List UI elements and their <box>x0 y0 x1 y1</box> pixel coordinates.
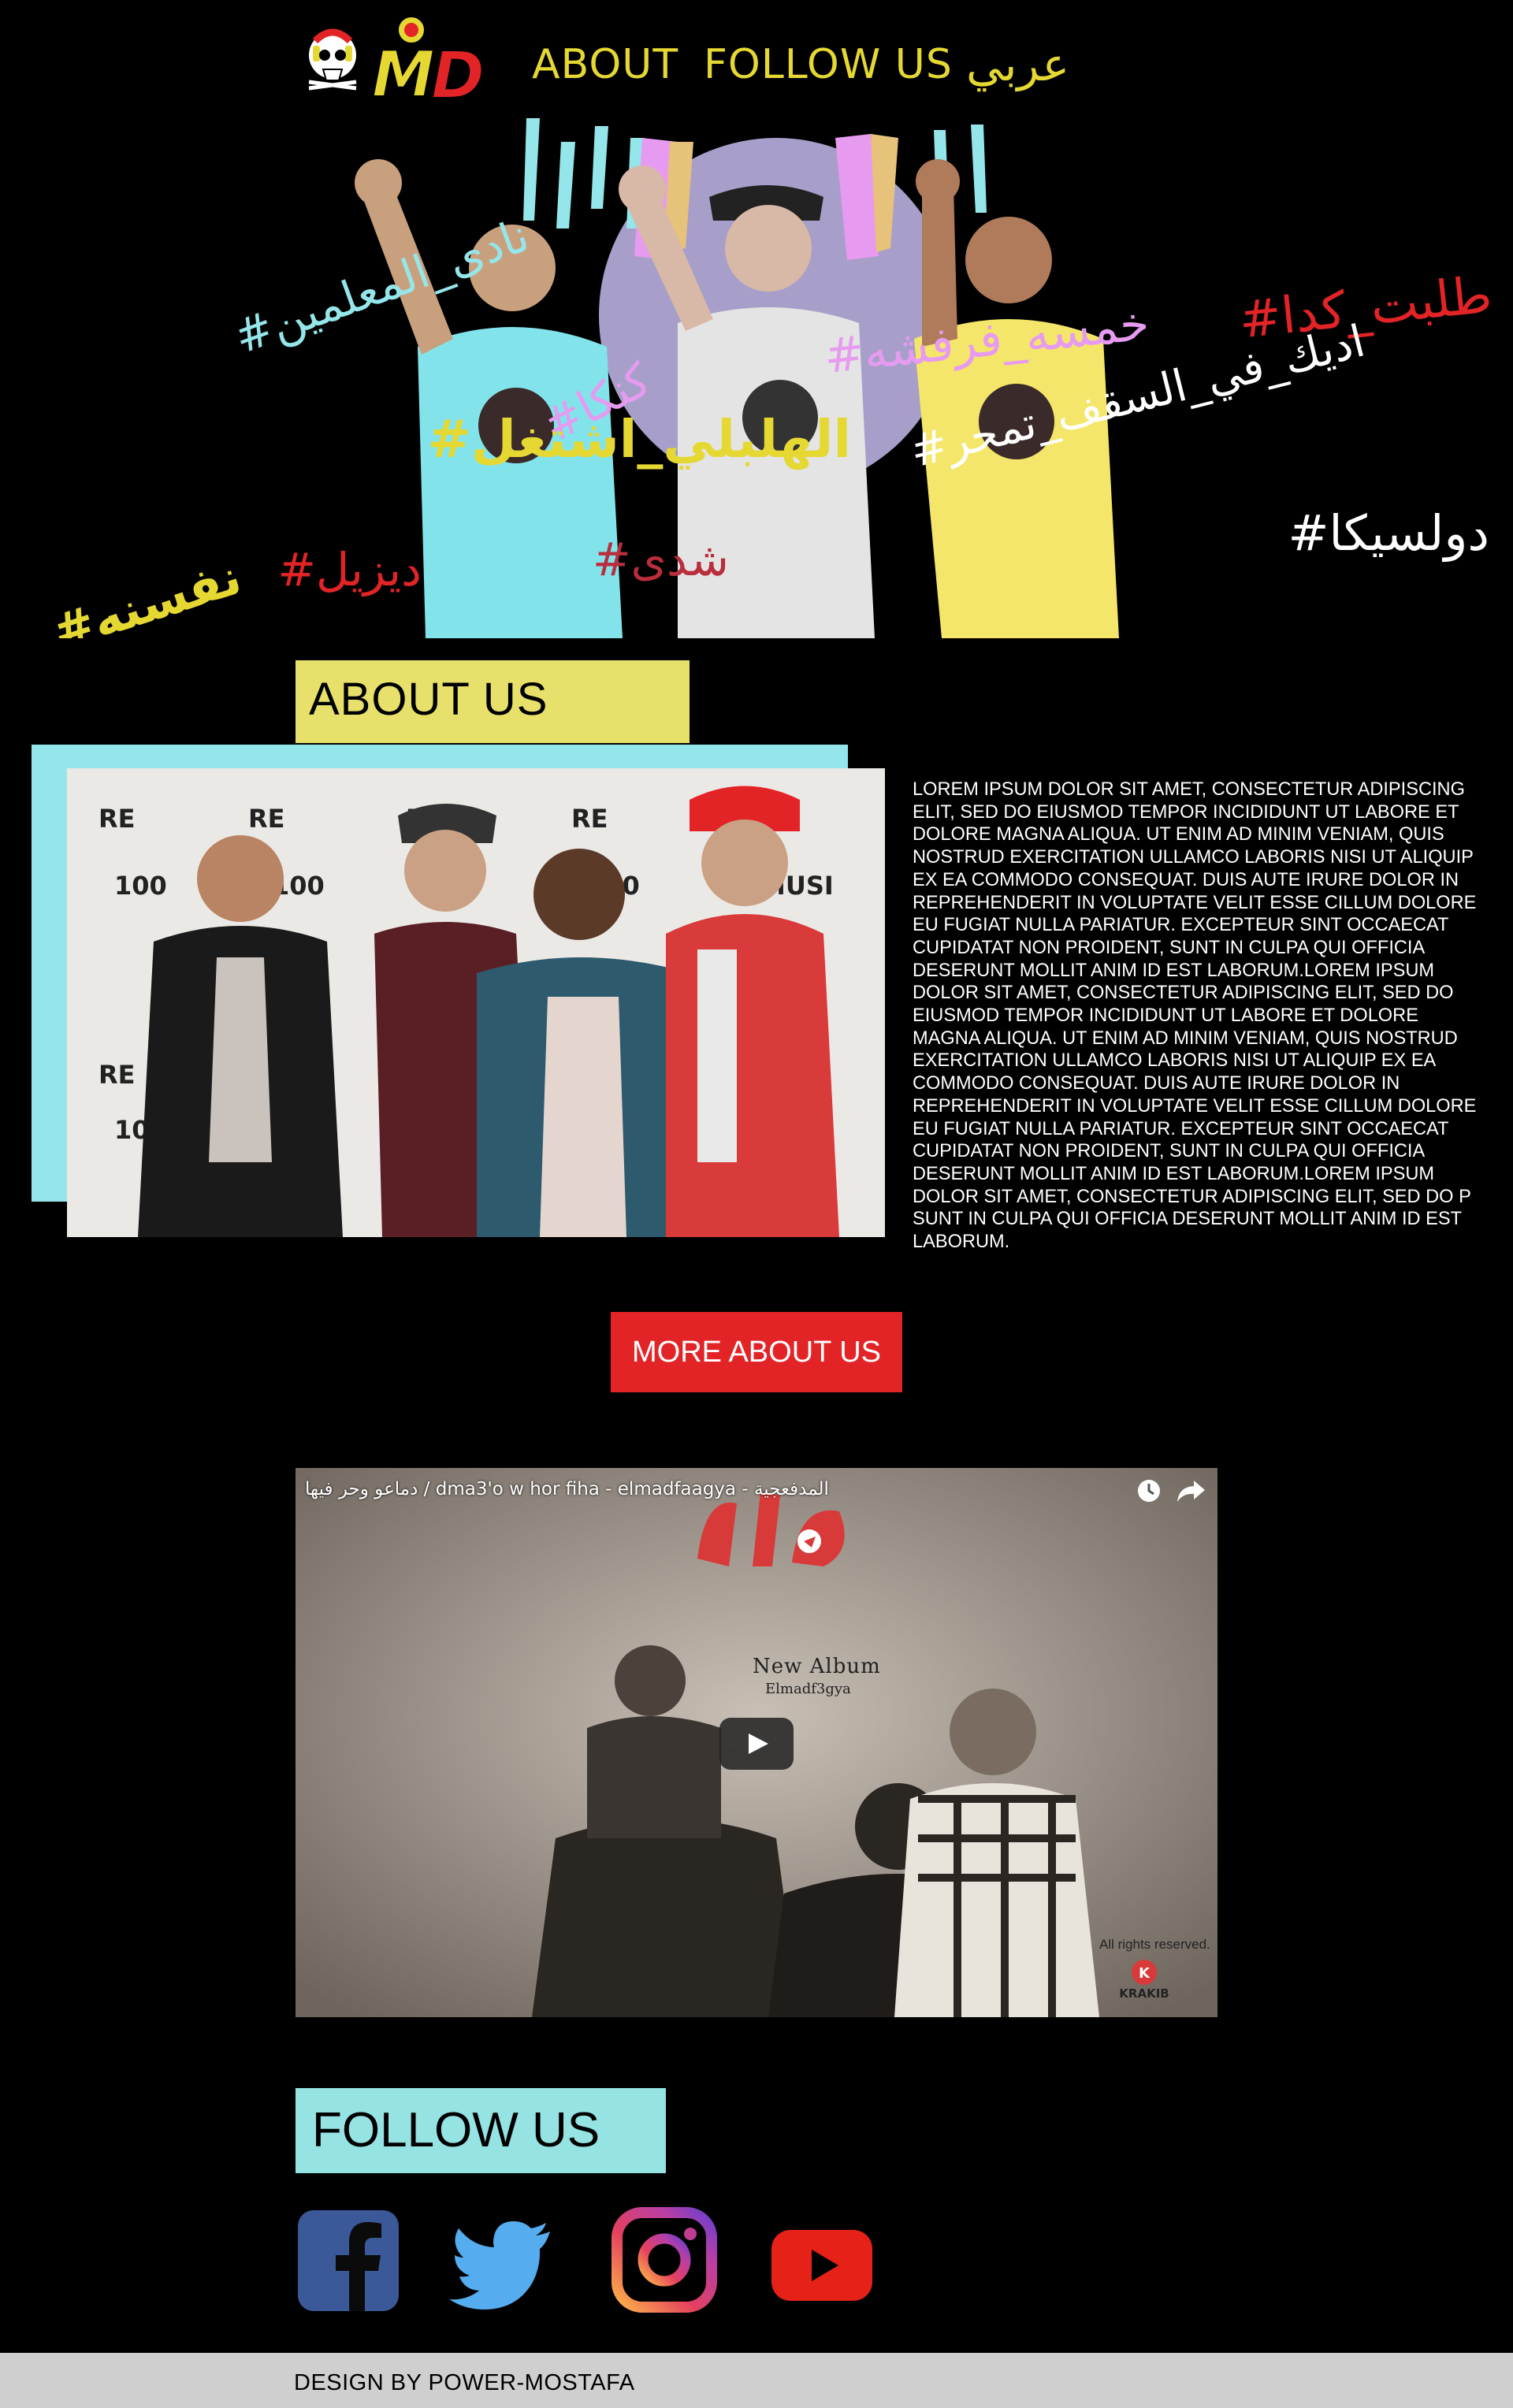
svg-text:K: K <box>1139 1965 1151 1982</box>
facebook-icon[interactable] <box>296 2206 402 2317</box>
about-us-title: ABOUT US <box>296 660 690 743</box>
nav-follow-link[interactable]: FOLLOW US <box>704 41 953 88</box>
logo[interactable]: M D <box>293 9 496 110</box>
hashtag-8: #ديزيل <box>277 543 422 597</box>
logo-text-d: D <box>431 39 485 110</box>
about-description: Lorem ipsum dolor sit amet, consectetur … <box>913 779 1477 1253</box>
hashtag-6: #الهلبلي_اشتغل <box>427 409 851 470</box>
instagram-icon[interactable] <box>611 2206 717 2317</box>
more-about-us-button[interactable]: MORE ABOUT US <box>611 1312 902 1392</box>
album-artist: Elmadf3gya <box>765 1681 851 1697</box>
twitter-icon[interactable] <box>448 2206 554 2317</box>
hashtag-9: #شدى <box>593 533 729 586</box>
nav-about-link[interactable]: ABOUT <box>532 41 678 88</box>
hero-banner: #طلبت_كدا #اديك_في_السقف_تمحر #خمسه_فرفش… <box>46 118 1495 638</box>
svg-text:RE: RE <box>571 804 608 834</box>
svg-text:RE: RE <box>99 1060 136 1090</box>
rights-text: All rights reserved. <box>1099 1937 1210 1952</box>
video-title[interactable]: دماعو وحر فيها / dma3'o w hor fiha - elm… <box>305 1479 829 1499</box>
footer-credit: DESIGN BY POWER-MOSTAFA <box>294 2370 635 2395</box>
footer: DESIGN BY POWER-MOSTAFA <box>0 2353 1513 2408</box>
nav-arabic-link[interactable]: عربي <box>966 38 1069 91</box>
svg-text:100: 100 <box>114 871 167 901</box>
svg-text:RE: RE <box>99 804 136 834</box>
share-icon[interactable] <box>1175 1477 1206 1504</box>
play-icon[interactable] <box>719 1718 794 1770</box>
hashtag-10: #دولسيكا <box>1288 504 1489 562</box>
about-group-photo: RERERERERE 100100100100MUSI REMUSI 100MU… <box>67 768 885 1237</box>
video-player[interactable]: New Album Elmadf3gya دماعو وحر فيها / dm… <box>296 1468 1217 2017</box>
album-subtitle: New Album <box>753 1655 881 1678</box>
krakib-logo: K KRAKIB <box>1119 1960 1169 2001</box>
svg-text:RE: RE <box>248 804 285 834</box>
krakib-label: KRAKIB <box>1119 1986 1169 2001</box>
hashtag-7: #نفسنه <box>46 548 247 638</box>
logo-text: M <box>372 38 435 110</box>
watch-later-icon[interactable] <box>1136 1477 1162 1504</box>
follow-us-title: FOLLOW US <box>296 2088 666 2173</box>
youtube-icon[interactable] <box>768 2206 875 2317</box>
